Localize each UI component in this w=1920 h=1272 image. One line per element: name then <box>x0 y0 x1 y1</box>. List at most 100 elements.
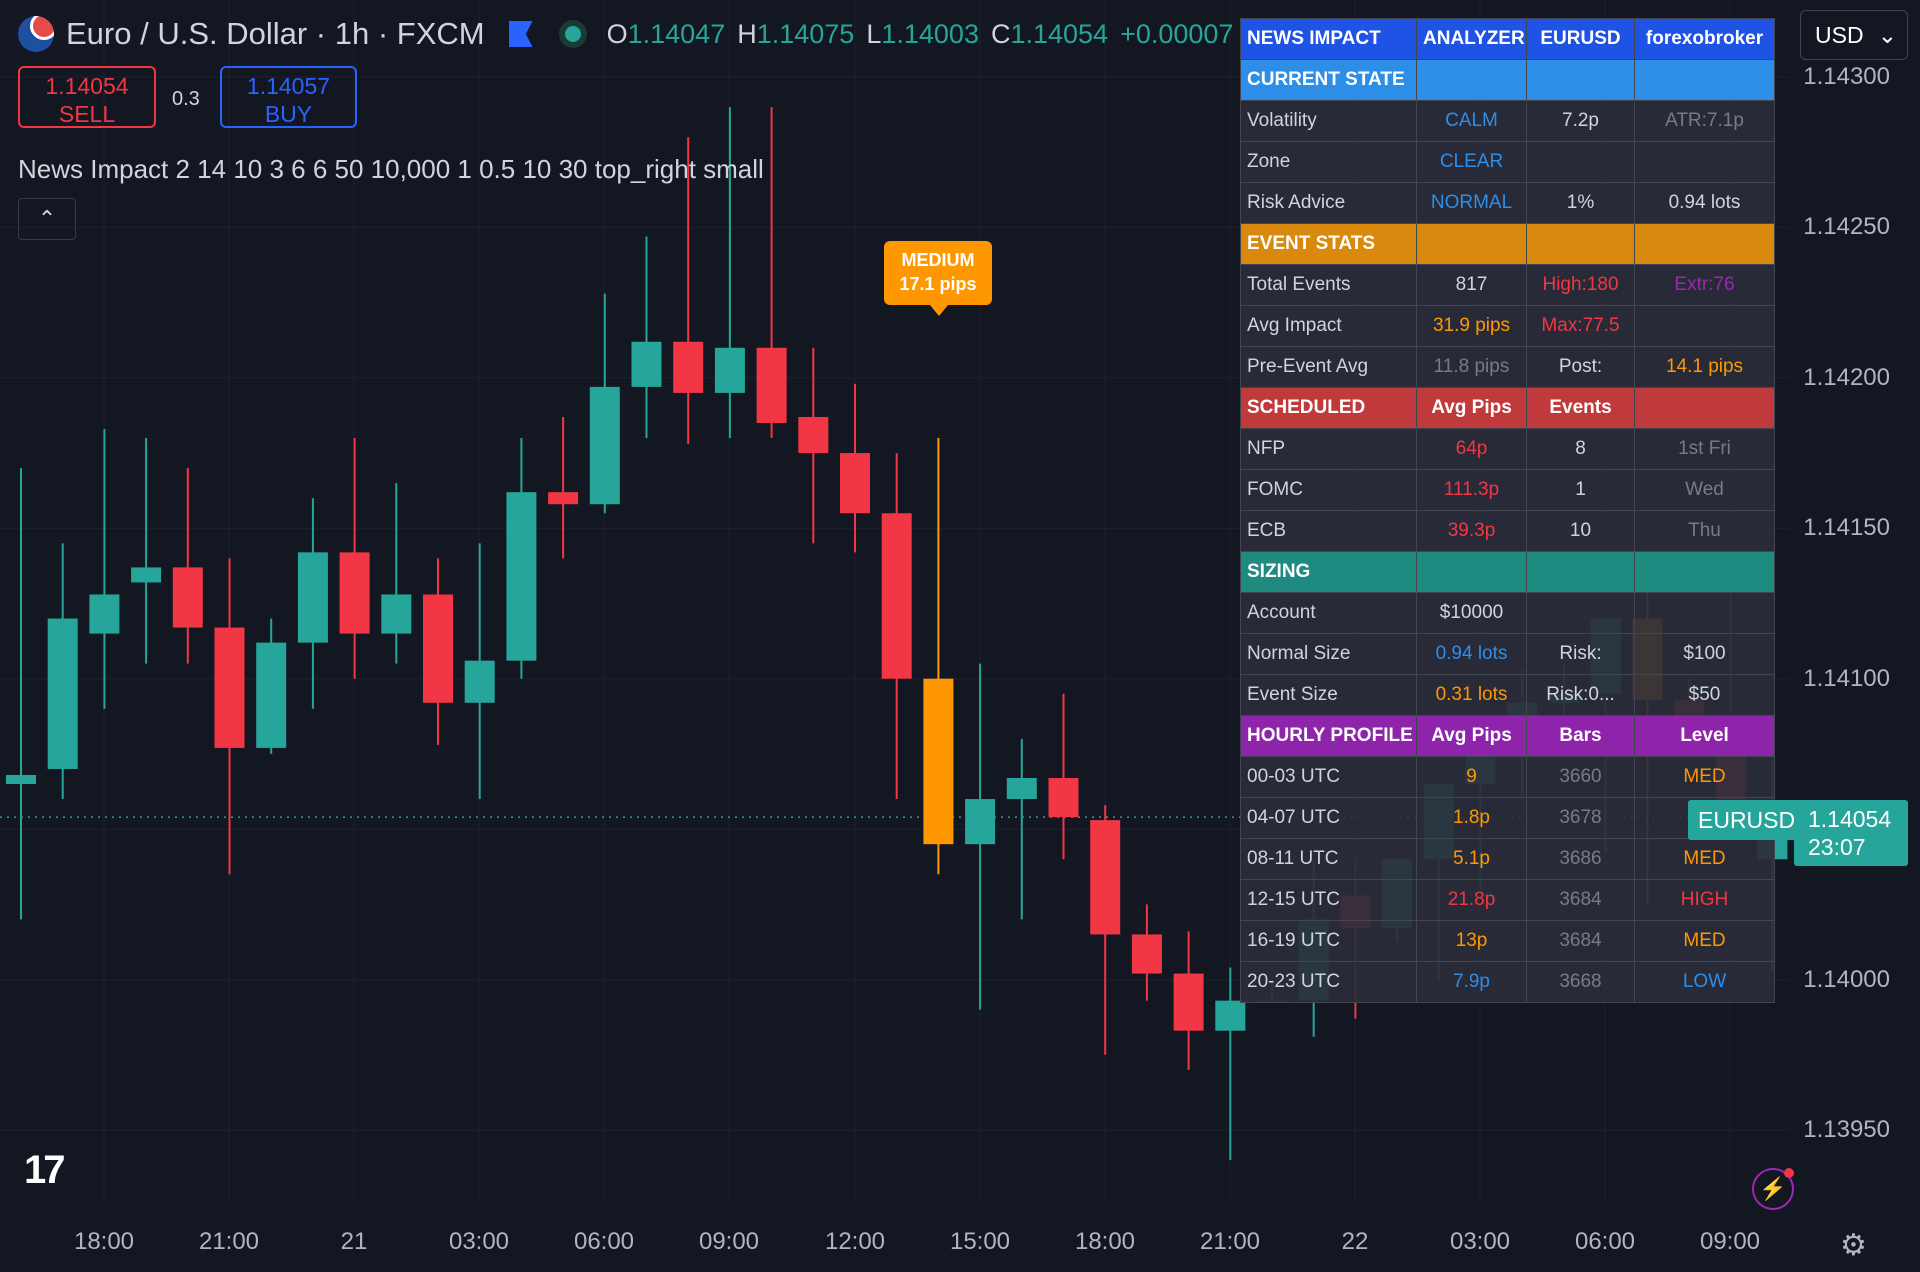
candle <box>256 618 287 754</box>
table-row: 00-03 UTC 9 3660 MED <box>1240 756 1775 798</box>
candle <box>1090 805 1121 1055</box>
table-cell: FOMC <box>1240 469 1417 511</box>
candle-body <box>47 618 78 769</box>
table-cell <box>1634 59 1775 101</box>
table-cell: 14.1 pips <box>1634 346 1775 388</box>
flag-marker-icon[interactable] <box>508 21 533 47</box>
time-tick-label: 21 <box>340 1228 368 1255</box>
low-value: 1.14003 <box>881 18 979 49</box>
table-cell: Thu <box>1634 510 1775 552</box>
table-cell: forexobroker <box>1634 18 1775 60</box>
table-cell: EVENT STATS <box>1240 223 1417 265</box>
table-cell: CLEAR <box>1416 141 1527 183</box>
candle-body <box>297 552 328 643</box>
table-row: NFP 64p 8 1st Fri <box>1240 428 1775 470</box>
table-row: ECB 39.3p 10 Thu <box>1240 510 1775 552</box>
candle-body <box>631 341 662 387</box>
market-open-icon[interactable] <box>558 20 587 48</box>
candle-body <box>548 492 579 505</box>
candle-body <box>339 552 370 634</box>
table-cell: 1% <box>1526 182 1635 224</box>
table-row: Event Size 0.31 lots Risk:0... $50 <box>1240 674 1775 716</box>
table-cell: $100 <box>1634 633 1775 675</box>
table-cell: HOURLY PROFILE <box>1240 715 1417 757</box>
last-price-symbol: EURUSD <box>1688 800 1806 840</box>
table-cell: CALM <box>1416 100 1527 142</box>
tooltip-pips: 17.1 pips <box>899 274 977 294</box>
table-cell: SIZING <box>1240 551 1417 593</box>
table-cell <box>1634 305 1775 347</box>
buy-button[interactable]: 1.14057 BUY <box>220 66 357 128</box>
table-cell: 7.9p <box>1416 961 1527 1003</box>
time-tick-label: 12:00 <box>824 1228 886 1255</box>
candle <box>172 468 203 664</box>
collapse-legend-button[interactable]: ⌃ <box>18 198 76 240</box>
table-cell: 5.1p <box>1416 838 1527 880</box>
table-cell: EURUSD <box>1526 18 1635 60</box>
currency-select[interactable]: USD ⌄ <box>1800 10 1908 60</box>
candle-body <box>1131 934 1162 974</box>
table-cell: LOW <box>1634 961 1775 1003</box>
table-cell: Post: <box>1526 346 1635 388</box>
candle-body <box>1215 1000 1246 1031</box>
time-tick-label: 03:00 <box>448 1228 510 1255</box>
table-row: FOMC 111.3p 1 Wed <box>1240 469 1775 511</box>
table-row: 08-11 UTC 5.1p 3686 MED <box>1240 838 1775 880</box>
table-cell: Avg Pips <box>1416 715 1527 757</box>
table-cell: SCHEDULED <box>1240 387 1417 429</box>
table-cell: Event Size <box>1240 674 1417 716</box>
candle <box>381 483 412 664</box>
table-cell: 11.8 pips <box>1416 346 1527 388</box>
news-impact-table: NEWS IMPACT ANALYZER EURUSD forexobroker CUR… <box>1240 18 1775 1003</box>
time-tick-label: 21:00 <box>198 1228 260 1255</box>
candle <box>1131 904 1162 1001</box>
table-cell: 10 <box>1526 510 1635 552</box>
time-tick-label: 22 <box>1341 1228 1369 1255</box>
candle-body <box>381 594 412 634</box>
table-cell: NORMAL <box>1416 182 1527 224</box>
table-cell: $10000 <box>1416 592 1527 634</box>
table-cell: 13p <box>1416 920 1527 962</box>
table-cell <box>1634 223 1775 265</box>
candle <box>464 543 495 800</box>
price-tick-label: 1.14200 <box>1803 363 1890 391</box>
table-cell: 3684 <box>1526 920 1635 962</box>
tradingview-logo[interactable]: 17 <box>24 1148 65 1193</box>
table-cell: Total Events <box>1240 264 1417 306</box>
candle-body <box>423 594 453 703</box>
indicator-legend[interactable]: News Impact 2 14 10 3 6 6 50 10,000 1 0.… <box>18 154 764 185</box>
table-cell: Wed <box>1634 469 1775 511</box>
candle-body <box>1048 777 1079 818</box>
table-row: 12-15 UTC 21.8p 3684 HIGH <box>1240 879 1775 921</box>
table-cell: 0.31 lots <box>1416 674 1527 716</box>
close-value: 1.14054 <box>1010 18 1109 49</box>
table-row: HOURLY PROFILE Avg Pips Bars Level <box>1240 715 1775 757</box>
time-tick-label: 15:00 <box>949 1228 1011 1255</box>
table-cell: Events <box>1526 387 1635 429</box>
table-cell <box>1634 592 1775 634</box>
gear-icon[interactable]: ⚙ <box>1840 1228 1867 1263</box>
open-value: 1.14047 <box>627 18 726 49</box>
table-cell <box>1634 387 1775 429</box>
table-cell <box>1634 551 1775 593</box>
time-tick-label: 09:00 <box>698 1228 760 1255</box>
candle <box>840 383 870 553</box>
candle <box>1048 693 1079 860</box>
spread-value: 0.3 <box>172 88 200 110</box>
table-cell: 0.94 lots <box>1634 182 1775 224</box>
candle-body <box>464 660 495 703</box>
table-cell: 1st Fri <box>1634 428 1775 470</box>
table-cell: Max:77.5 <box>1526 305 1635 347</box>
sell-button[interactable]: 1.14054 SELL <box>18 66 156 128</box>
table-row: 16-19 UTC 13p 3684 MED <box>1240 920 1775 962</box>
price-tick-label: 1.14250 <box>1803 213 1890 241</box>
bolt-icon[interactable]: ⚡ <box>1752 1168 1794 1210</box>
candle <box>131 438 162 664</box>
table-cell: 3668 <box>1526 961 1635 1003</box>
chevron-down-icon: ⌄ <box>1877 21 1897 48</box>
candle <box>47 543 78 800</box>
table-row: EVENT STATS <box>1240 223 1775 265</box>
symbol-title[interactable]: Euro / U.S. Dollar · 1h · FXCM <box>66 16 485 52</box>
table-cell: MED <box>1634 838 1775 880</box>
tooltip-level: MEDIUM <box>901 250 975 270</box>
